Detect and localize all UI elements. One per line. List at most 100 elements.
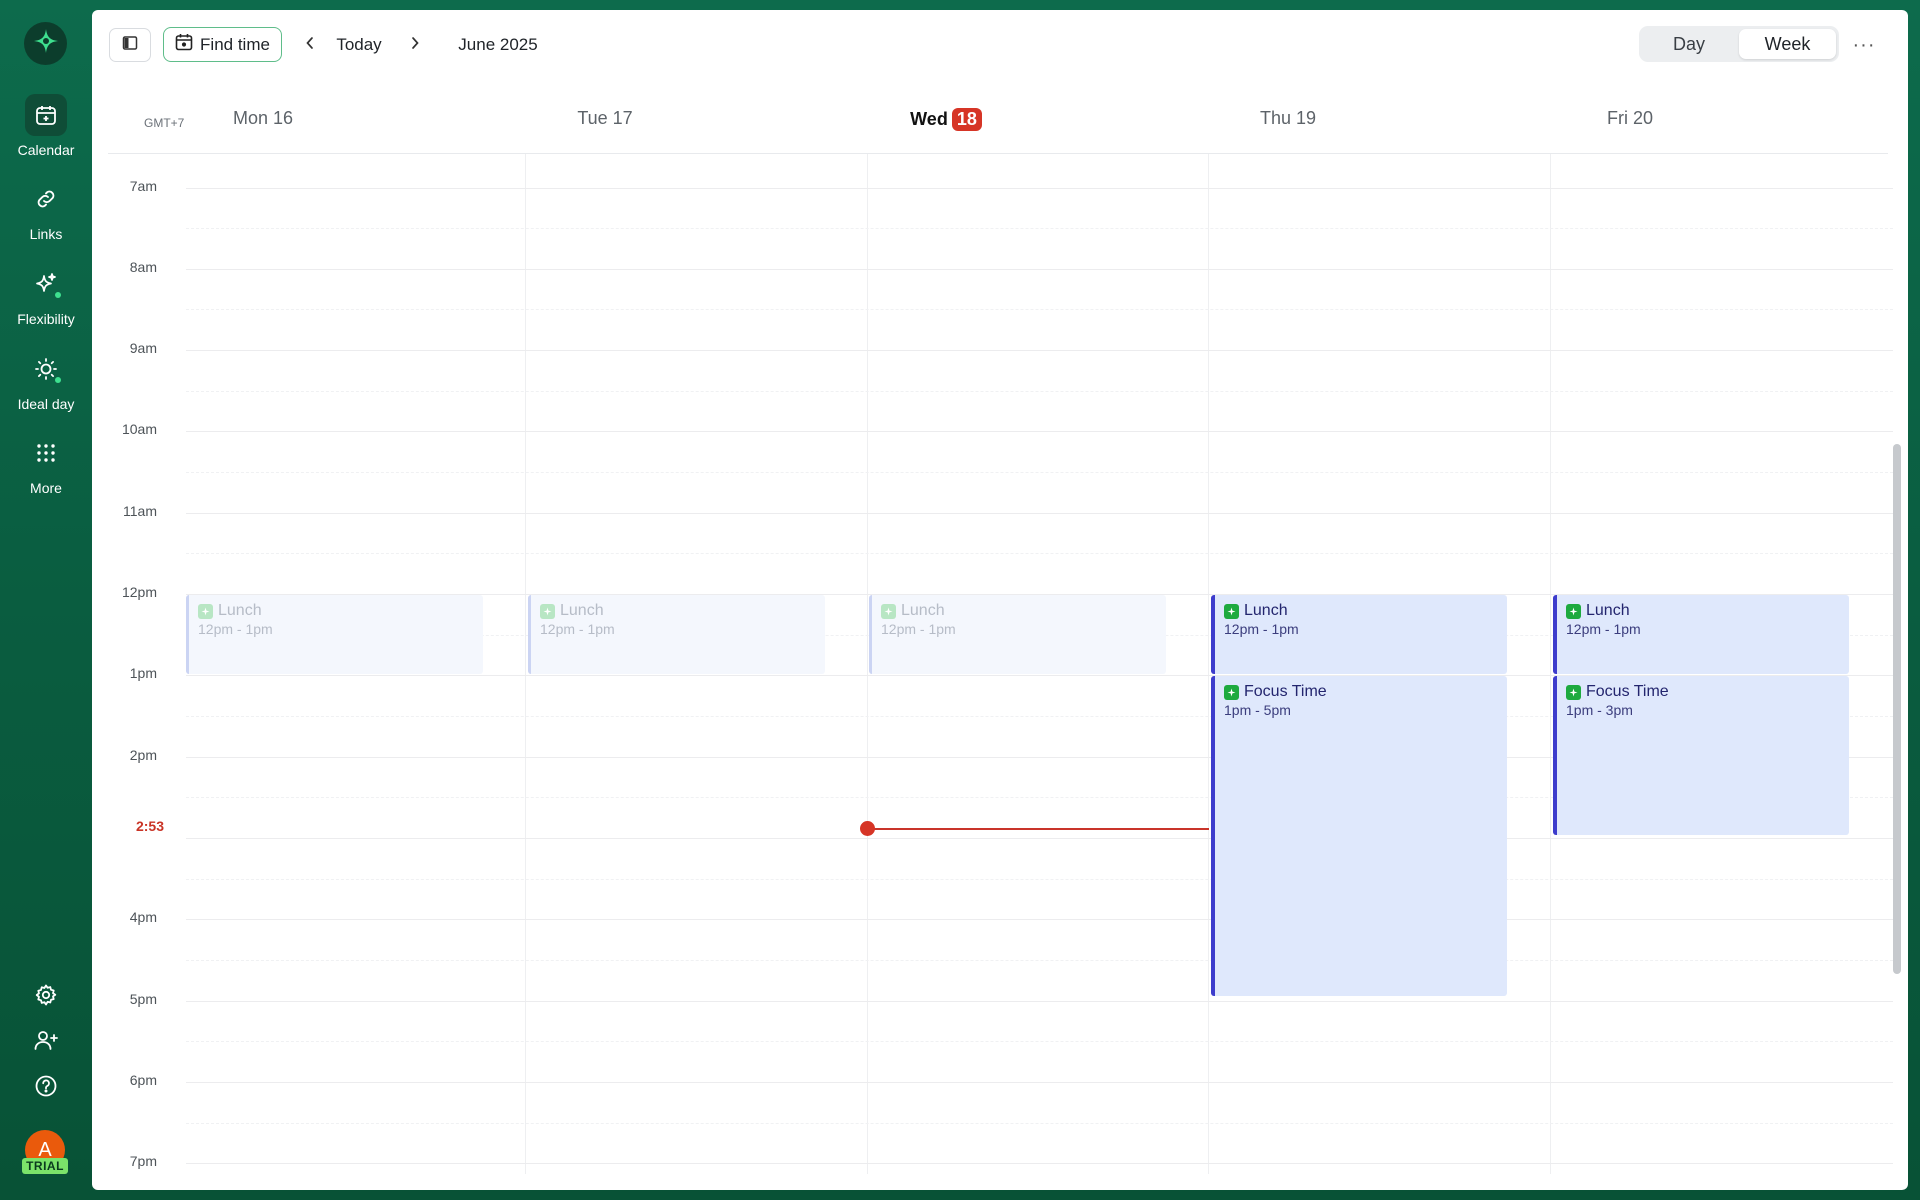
- current-time-dot: [860, 821, 875, 836]
- hour-label: 4pm: [129, 909, 157, 925]
- hour-line: [186, 1001, 1893, 1002]
- day-header-wed[interactable]: Wed 18: [775, 108, 1117, 131]
- event-type-icon: [1224, 603, 1239, 619]
- event-lunch-fri[interactable]: Lunch 12pm - 1pm: [1553, 595, 1849, 674]
- panel-toggle-icon: [122, 35, 138, 56]
- calendar-search-icon: [175, 33, 193, 56]
- hour-label: 1pm: [129, 665, 157, 681]
- day-header-fri[interactable]: Fri 20: [1459, 108, 1801, 129]
- hour-line: [186, 1082, 1893, 1083]
- sidebar-item-calendar[interactable]: Calendar: [0, 94, 92, 158]
- view-day-button[interactable]: Day: [1642, 29, 1736, 59]
- event-lunch-mon[interactable]: Lunch 12pm - 1pm: [186, 595, 483, 674]
- hour-line: [186, 919, 1893, 920]
- hour-label: 9am: [129, 340, 157, 356]
- hour-label: 7am: [129, 178, 157, 194]
- event-title: Lunch: [1244, 602, 1288, 619]
- calendar-panel: Find time Today June 2025 Day Week ··· G…: [92, 10, 1908, 1190]
- hour-label: 12pm: [121, 584, 157, 600]
- hour-line: [186, 431, 1893, 432]
- event-focus-time-fri[interactable]: Focus Time 1pm - 3pm: [1553, 676, 1849, 835]
- event-lunch-thu[interactable]: Lunch 12pm - 1pm: [1211, 595, 1507, 674]
- half-hour-line: [186, 228, 1893, 229]
- sidebar-item-label: More: [30, 480, 62, 496]
- sidebar-item-flexibility[interactable]: Flexibility: [0, 263, 92, 327]
- column-divider: [1208, 154, 1209, 1174]
- today-date-badge: 18: [951, 108, 982, 131]
- half-hour-line: [186, 553, 1893, 554]
- half-hour-line: [186, 309, 1893, 310]
- add-user-button[interactable]: [24, 1024, 68, 1060]
- toggle-sidebar-button[interactable]: [109, 28, 151, 62]
- hour-label: 8am: [129, 259, 157, 275]
- event-title: Focus Time: [1586, 683, 1669, 700]
- event-time: 12pm - 1pm: [198, 621, 273, 637]
- half-hour-line: [186, 472, 1893, 473]
- time-grid[interactable]: 7am 8am 9am 10am 11am 12pm 1pm 2pm 4pm 5…: [92, 154, 1908, 1190]
- hour-label: 11am: [123, 503, 157, 519]
- next-week-button[interactable]: [400, 30, 430, 60]
- sidebar-item-ideal-day[interactable]: Ideal day: [0, 348, 92, 412]
- hour-line: [186, 269, 1893, 270]
- view-switch: Day Week: [1639, 26, 1839, 62]
- day-header-mon[interactable]: Mon 16: [92, 108, 434, 129]
- app-logo[interactable]: [24, 22, 67, 65]
- event-type-icon: [1566, 603, 1581, 619]
- event-time: 12pm - 1pm: [1224, 621, 1299, 637]
- event-focus-time-thu[interactable]: Focus Time 1pm - 5pm: [1211, 676, 1507, 996]
- hour-label: 10am: [121, 421, 157, 437]
- day-header-thu[interactable]: Thu 19: [1117, 108, 1459, 129]
- half-hour-line: [186, 391, 1893, 392]
- notification-dot: [55, 377, 61, 383]
- sidebar: Calendar Links Flexibility Ideal day Mor…: [0, 0, 92, 1200]
- sun-icon: [25, 348, 67, 390]
- chevron-right-icon: [410, 36, 420, 55]
- event-time: 12pm - 1pm: [540, 621, 615, 637]
- half-hour-line: [186, 960, 1893, 961]
- calendar-icon: [25, 94, 67, 136]
- event-type-icon: [1566, 684, 1581, 700]
- half-hour-line: [186, 879, 1893, 880]
- settings-button[interactable]: [24, 979, 68, 1015]
- star-logo-icon: [33, 28, 59, 59]
- hour-label: 2pm: [129, 747, 157, 763]
- sidebar-item-label: Flexibility: [17, 311, 75, 327]
- event-title: Lunch: [901, 602, 945, 619]
- more-options-button[interactable]: ···: [1844, 28, 1884, 62]
- hour-line: [186, 513, 1893, 514]
- event-title: Lunch: [560, 602, 604, 619]
- hour-line: [186, 188, 1893, 189]
- sparkle-icon: [25, 263, 67, 305]
- sidebar-item-label: Links: [29, 226, 63, 242]
- event-type-icon: [1224, 684, 1239, 700]
- event-title: Focus Time: [1244, 683, 1327, 700]
- column-divider: [867, 154, 868, 1174]
- column-divider: [1550, 154, 1551, 1174]
- sidebar-item-more[interactable]: More: [0, 432, 92, 496]
- chevron-left-icon: [305, 36, 315, 55]
- event-time: 1pm - 5pm: [1224, 702, 1291, 718]
- vertical-scrollbar[interactable]: [1893, 444, 1901, 974]
- find-time-button[interactable]: Find time: [163, 27, 282, 62]
- gear-icon: [34, 983, 58, 1012]
- half-hour-line: [186, 1041, 1893, 1042]
- view-week-button[interactable]: Week: [1739, 29, 1836, 59]
- help-button[interactable]: [24, 1070, 68, 1106]
- add-user-icon: [33, 1028, 59, 1057]
- previous-week-button[interactable]: [295, 30, 325, 60]
- hour-line: [186, 350, 1893, 351]
- current-time-line: [868, 828, 1209, 830]
- hour-label: 7pm: [129, 1153, 157, 1169]
- hour-label: 5pm: [129, 991, 157, 1007]
- find-time-label: Find time: [200, 34, 270, 54]
- today-button[interactable]: Today: [329, 28, 389, 62]
- sidebar-item-links[interactable]: Links: [0, 178, 92, 242]
- notification-dot: [55, 292, 61, 298]
- hour-line: [186, 838, 1893, 839]
- help-icon: [34, 1074, 58, 1103]
- current-time-label: 2:53: [135, 818, 164, 834]
- event-lunch-wed[interactable]: Lunch 12pm - 1pm: [869, 595, 1166, 674]
- half-hour-line: [186, 1123, 1893, 1124]
- day-header-tue[interactable]: Tue 17: [434, 108, 776, 129]
- event-lunch-tue[interactable]: Lunch 12pm - 1pm: [528, 595, 825, 674]
